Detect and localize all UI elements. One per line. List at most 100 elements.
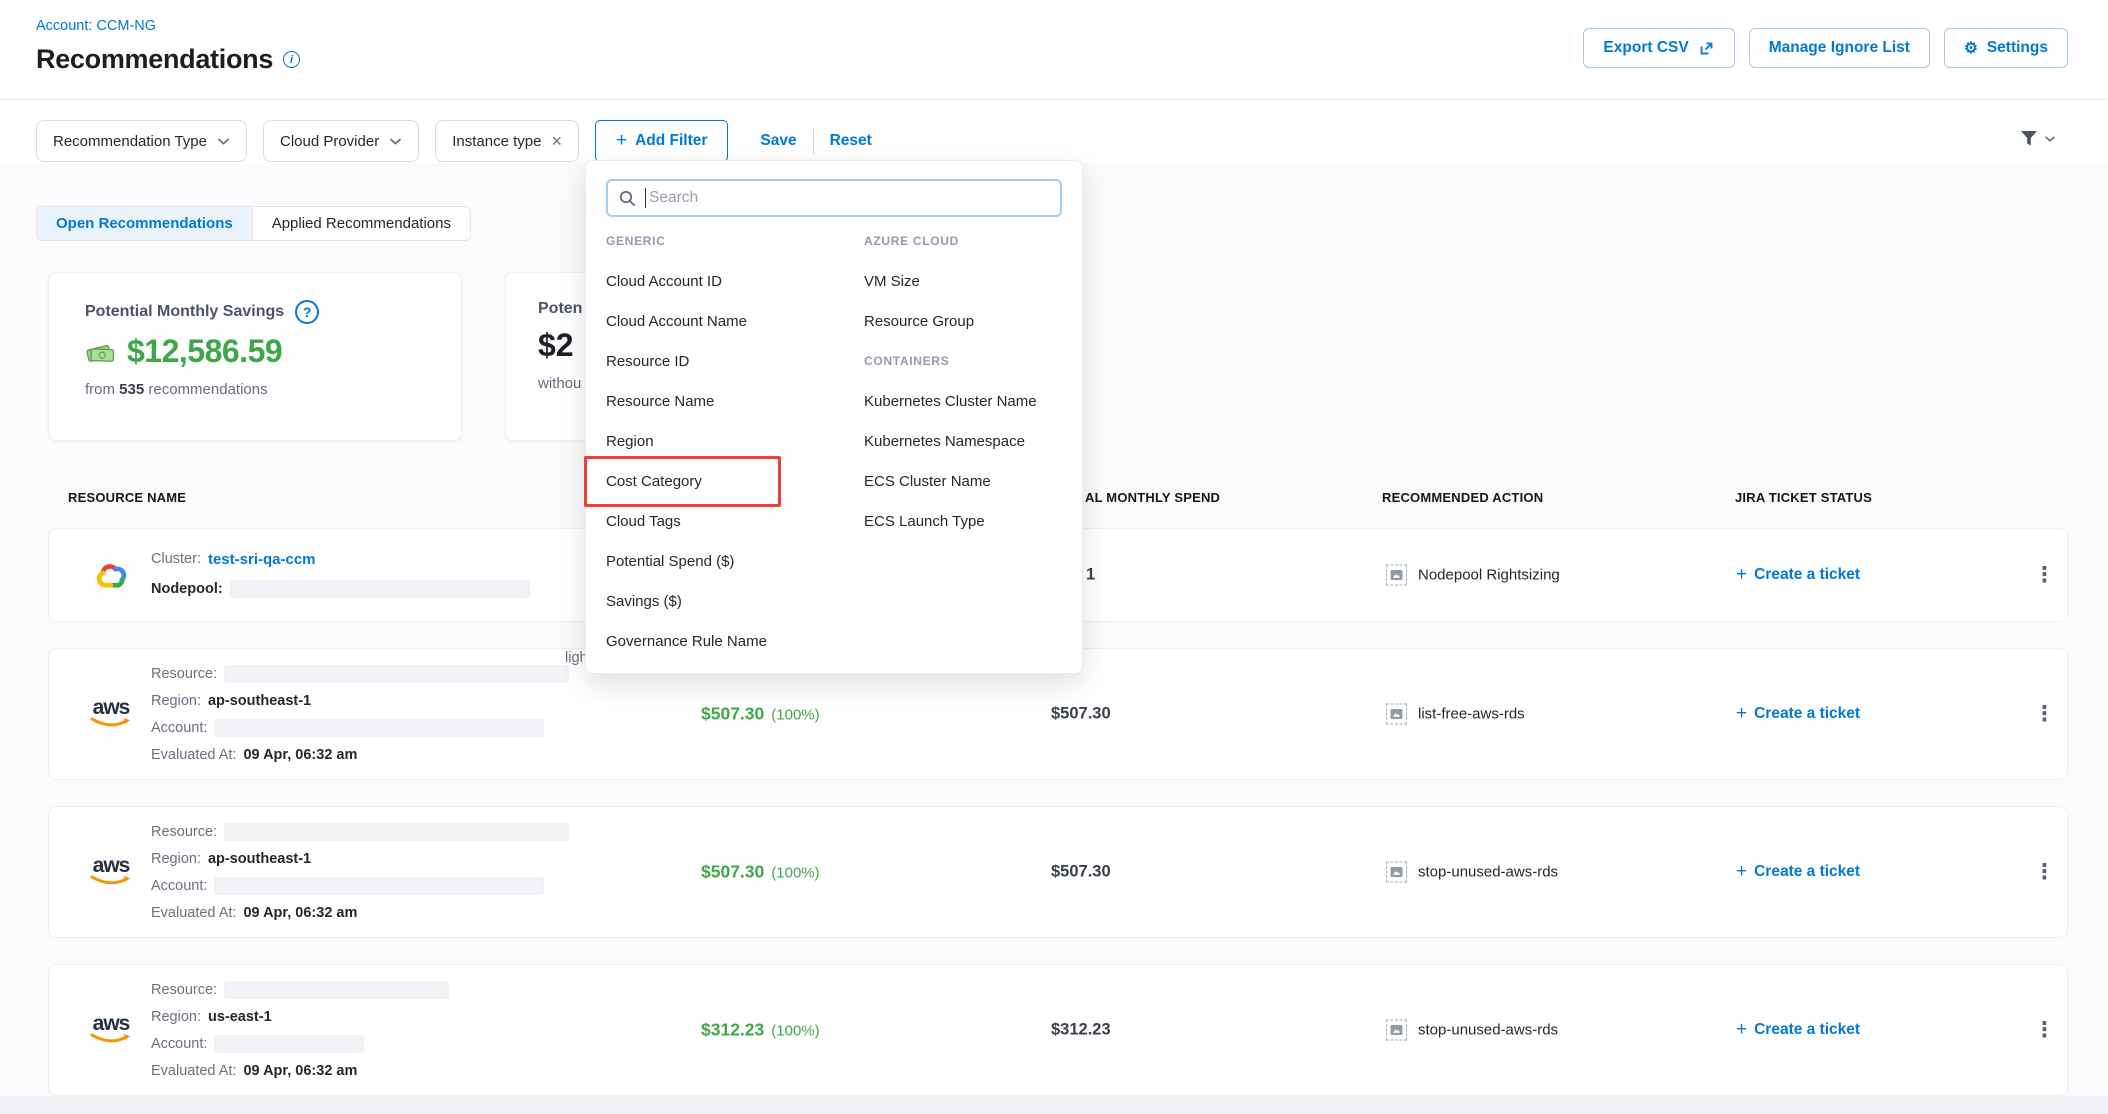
account-label: Account: <box>151 1036 207 1052</box>
filter-option-resource-id[interactable]: Resource ID <box>606 341 864 381</box>
filter-option-resource-group[interactable]: Resource Group <box>864 301 1062 341</box>
filter-option-cost-category[interactable]: Cost Category <box>606 461 864 501</box>
gcp-icon <box>79 529 143 621</box>
filter-option-cloud-account-name[interactable]: Cloud Account Name <box>606 301 864 341</box>
chevron-down-icon <box>2044 135 2056 143</box>
savings-percent: (100%) <box>771 865 819 882</box>
breadcrumb[interactable]: Account: CCM-NG <box>36 18 156 34</box>
table-row[interactable]: aws Resource: Region:us-east-1 Account: … <box>48 964 2068 1096</box>
create-ticket-button[interactable]: + Create a ticket <box>1736 564 1860 586</box>
redacted-value <box>224 981 449 999</box>
page-bottom-edge <box>0 1096 2108 1114</box>
create-ticket-button[interactable]: + Create a ticket <box>1736 1019 1860 1041</box>
kebab-menu-icon[interactable]: ⋮ <box>2026 1014 2063 1047</box>
redacted-value <box>230 580 530 598</box>
cluster-link[interactable]: test-sri-qa-ccm <box>208 551 316 568</box>
column-header-resource-name: RESOURCE NAME <box>68 490 186 505</box>
dropdown-column-cloud: AZURE CLOUD VM Size Resource Group CONTA… <box>864 221 1062 661</box>
add-filter-label: Add Filter <box>635 132 707 150</box>
manage-ignore-list-label: Manage Ignore List <box>1769 39 1910 57</box>
savings-card-label: Potential Monthly Savings <box>85 303 284 321</box>
sub-suffix: recommendations <box>148 381 267 398</box>
help-icon[interactable]: ? <box>295 300 319 324</box>
savings-value: $507.30 <box>701 704 764 725</box>
search-input[interactable] <box>649 189 1049 207</box>
sub-count: 535 <box>119 381 144 398</box>
recommended-action: Nodepool Rightsizing <box>1386 565 1560 586</box>
savings-percent: (100%) <box>771 1023 819 1040</box>
create-ticket-label: Create a ticket <box>1754 566 1860 584</box>
image-placeholder-icon <box>1386 1020 1407 1041</box>
close-icon[interactable]: × <box>551 132 562 150</box>
export-csv-button[interactable]: Export CSV <box>1583 28 1734 68</box>
manage-ignore-list-button[interactable]: Manage Ignore List <box>1749 28 1930 68</box>
recommended-action: stop-unused-aws-rds <box>1386 862 1558 883</box>
chip-label: Instance type <box>452 133 541 150</box>
savings-card-subtext: from 535 recommendations <box>85 381 461 398</box>
recommendations-tabs: Open Recommendations Applied Recommendat… <box>36 206 471 241</box>
aws-icon: aws <box>79 807 143 937</box>
gear-icon: ⚙ <box>1964 39 1978 58</box>
filter-funnel-control[interactable] <box>2018 128 2056 150</box>
savings-value: $507.30 <box>701 862 764 883</box>
redacted-value <box>224 665 569 683</box>
cluster-label: Cluster: <box>151 551 201 567</box>
redacted-value <box>214 719 544 737</box>
divider <box>813 128 814 154</box>
resource-label: Resource: <box>151 824 217 840</box>
create-ticket-button[interactable]: + Create a ticket <box>1736 861 1860 883</box>
aws-icon: aws <box>79 965 143 1095</box>
filter-option-kubernetes-cluster-name[interactable]: Kubernetes Cluster Name <box>864 381 1062 421</box>
redacted-value <box>214 1035 364 1053</box>
filter-chip-cloud-provider[interactable]: Cloud Provider <box>263 120 419 162</box>
add-filter-button[interactable]: + Add Filter <box>595 120 728 162</box>
monthly-savings: $507.30 (100%) <box>701 704 820 725</box>
filter-chip-recommendation-type[interactable]: Recommendation Type <box>36 120 247 162</box>
kebab-menu-icon[interactable]: ⋮ <box>2026 856 2063 889</box>
settings-button[interactable]: ⚙ Settings <box>1944 28 2068 68</box>
chevron-down-icon <box>389 137 402 146</box>
recommended-action: list-free-aws-rds <box>1386 704 1525 725</box>
evaluated-at-value: 09 Apr, 06:32 am <box>243 1063 357 1079</box>
filter-option-cloud-account-id[interactable]: Cloud Account ID <box>606 261 864 301</box>
filter-option-ecs-launch-type[interactable]: ECS Launch Type <box>864 501 1062 541</box>
region-label: Region: <box>151 1009 201 1025</box>
kebab-menu-icon[interactable]: ⋮ <box>2026 559 2063 592</box>
text-cursor <box>645 188 646 208</box>
kebab-menu-icon[interactable]: ⋮ <box>2026 698 2063 731</box>
evaluated-at-value: 09 Apr, 06:32 am <box>243 905 357 921</box>
reset-button[interactable]: Reset <box>830 132 872 150</box>
tab-applied-recommendations[interactable]: Applied Recommendations <box>252 207 470 240</box>
filter-option-savings[interactable]: Savings ($) <box>606 581 864 621</box>
filter-option-vm-size[interactable]: VM Size <box>864 261 1062 301</box>
header-actions: Export CSV Manage Ignore List ⚙ Settings <box>1583 28 2068 68</box>
recommended-action-label: Nodepool Rightsizing <box>1418 567 1560 584</box>
create-ticket-label: Create a ticket <box>1754 705 1860 723</box>
dropdown-column-generic: GENERIC Cloud Account ID Cloud Account N… <box>606 221 864 661</box>
create-ticket-label: Create a ticket <box>1754 1021 1860 1039</box>
tab-open-recommendations[interactable]: Open Recommendations <box>37 207 252 240</box>
aws-icon: aws <box>79 649 143 779</box>
filter-option-governance-rule-name[interactable]: Governance Rule Name <box>606 621 864 661</box>
create-ticket-button[interactable]: + Create a ticket <box>1736 703 1860 725</box>
table-row[interactable]: aws Resource: Region:ap-southeast-1 Acco… <box>48 806 2068 938</box>
save-button[interactable]: Save <box>760 132 796 150</box>
filter-option-ecs-cluster-name[interactable]: ECS Cluster Name <box>864 461 1062 501</box>
filter-option-potential-spend[interactable]: Potential Spend ($) <box>606 541 864 581</box>
header-divider <box>0 99 2108 100</box>
filter-option-cloud-tags[interactable]: Cloud Tags <box>606 501 864 541</box>
account-label: Account: <box>151 720 207 736</box>
filter-chip-instance-type[interactable]: Instance type × <box>435 120 579 162</box>
image-placeholder-icon <box>1386 862 1407 883</box>
region-value: us-east-1 <box>208 1009 272 1025</box>
search-icon <box>619 190 636 207</box>
filter-option-resource-name[interactable]: Resource Name <box>606 381 864 421</box>
filter-option-kubernetes-namespace[interactable]: Kubernetes Namespace <box>864 421 1062 461</box>
filter-option-region[interactable]: Region <box>606 421 864 461</box>
plus-icon: + <box>1736 703 1747 725</box>
info-icon[interactable]: i <box>283 51 300 68</box>
monthly-savings: $507.30 (100%) <box>701 862 820 883</box>
dropdown-search[interactable] <box>606 179 1062 217</box>
section-header-containers: CONTAINERS <box>864 341 1062 381</box>
total-monthly-spend: $507.30 <box>1051 863 1111 882</box>
